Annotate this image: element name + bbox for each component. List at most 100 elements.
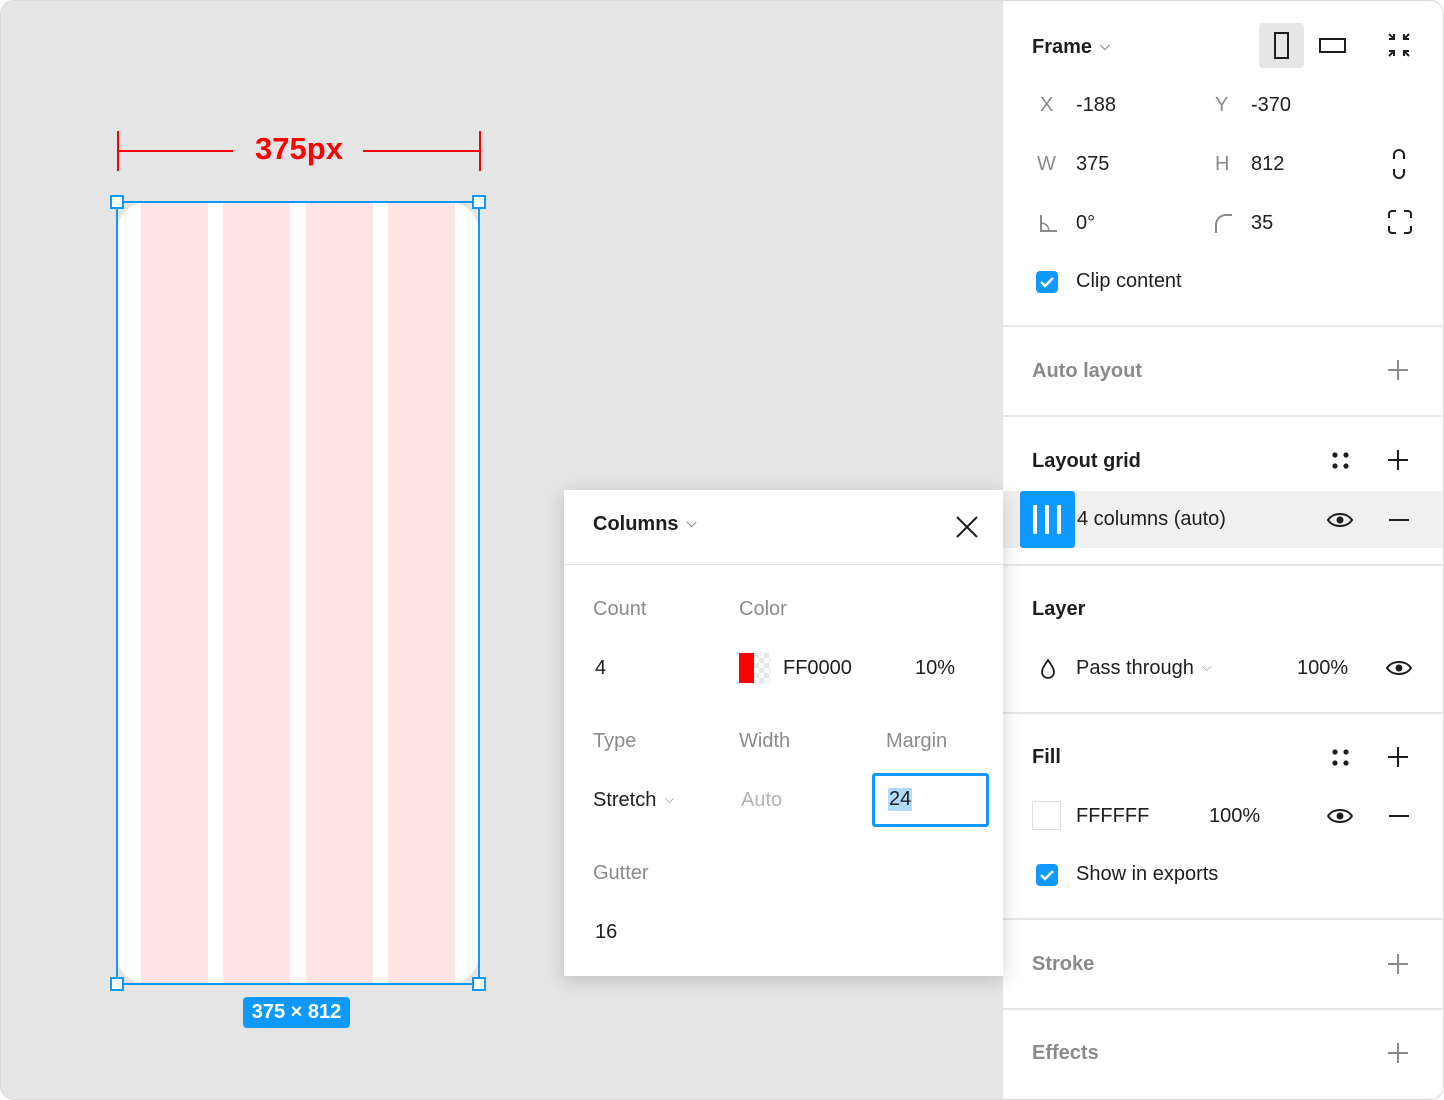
section-divider: [1003, 918, 1443, 920]
layer-title: Layer: [1032, 598, 1086, 620]
chevron-down-icon: ⌵: [686, 515, 697, 530]
show-in-exports-checkbox[interactable]: [1036, 864, 1058, 886]
fill-opacity-input[interactable]: 100%: [1209, 805, 1260, 828]
independent-corners-button[interactable]: [1386, 208, 1414, 236]
corner-radius-input[interactable]: 35: [1251, 212, 1273, 235]
color-label: Color: [739, 598, 787, 620]
columns-grid-icon[interactable]: [1020, 491, 1075, 548]
section-divider: [1003, 712, 1443, 714]
landscape-toggle[interactable]: [1310, 23, 1355, 68]
width-input[interactable]: Auto: [741, 789, 782, 812]
add-effect-button[interactable]: [1385, 1040, 1411, 1066]
rotation-input[interactable]: 0°: [1076, 212, 1095, 235]
corner-radius-icon: [1212, 211, 1236, 235]
layer-visibility-toggle[interactable]: [1384, 655, 1414, 681]
fill-title: Fill: [1032, 746, 1061, 768]
grid-type-select[interactable]: Columns ⌵: [593, 513, 696, 536]
landscape-icon: [1319, 38, 1346, 53]
layout-grid-item[interactable]: 4 columns (auto): [1003, 491, 1443, 548]
h-label: H: [1215, 153, 1230, 175]
section-divider: [1003, 564, 1443, 566]
type-select[interactable]: Stretch ⌵: [593, 789, 674, 812]
grid-type-label: Columns: [593, 513, 679, 535]
frame-title[interactable]: Frame ⌵: [1032, 36, 1110, 59]
auto-layout-title: Auto layout: [1032, 360, 1142, 382]
type-value: Stretch: [593, 789, 657, 811]
count-input[interactable]: 4: [595, 657, 606, 680]
section-divider: [1003, 415, 1443, 417]
type-label: Type: [593, 730, 637, 752]
minus-icon: [1389, 815, 1409, 817]
grid-color-swatch[interactable]: [739, 653, 770, 683]
layer-opacity-input[interactable]: 100%: [1297, 657, 1348, 680]
chevron-down-icon: ⌵: [664, 791, 675, 806]
fill-visibility-toggle[interactable]: [1325, 803, 1355, 829]
columns-grid-icon-bar: [1033, 505, 1037, 534]
plus-icon: [1388, 1043, 1408, 1063]
grid-visibility-toggle[interactable]: [1325, 507, 1355, 533]
margin-input[interactable]: 24: [872, 773, 989, 827]
collapse-icon: [1388, 33, 1410, 57]
remove-fill-button[interactable]: [1386, 803, 1412, 829]
portrait-toggle[interactable]: [1259, 23, 1304, 68]
gutter-input[interactable]: 16: [595, 921, 617, 944]
chevron-down-icon: ⌵: [1201, 659, 1212, 674]
grid-styles-button[interactable]: [1329, 449, 1353, 473]
add-layout-grid-button[interactable]: [1385, 447, 1411, 473]
stroke-title: Stroke: [1032, 953, 1095, 975]
h-input[interactable]: 812: [1251, 153, 1284, 176]
add-fill-button[interactable]: [1385, 744, 1411, 770]
blend-mode-select[interactable]: Pass through ⌵: [1076, 657, 1212, 680]
columns-grid-icon-bar: [1045, 505, 1049, 534]
styles-grid-icon: [1332, 452, 1349, 469]
constrain-proportions-button[interactable]: [1387, 147, 1411, 181]
count-label: Count: [593, 598, 647, 620]
check-icon: [1040, 277, 1054, 288]
resize-handle-top-right[interactable]: [472, 195, 486, 209]
resize-handle-top-left[interactable]: [110, 195, 124, 209]
grid-color-hex-input[interactable]: FF0000: [783, 657, 852, 680]
frame-title-label: Frame: [1032, 36, 1093, 58]
fill-styles-button[interactable]: [1329, 746, 1353, 770]
remove-layout-grid-button[interactable]: [1386, 507, 1412, 533]
rotation-icon: [1037, 211, 1059, 235]
section-divider: [1003, 1008, 1443, 1010]
collapse-button[interactable]: [1383, 29, 1415, 61]
x-label: X: [1040, 94, 1054, 116]
styles-grid-icon: [1332, 749, 1349, 766]
effects-title: Effects: [1032, 1042, 1099, 1064]
section-divider: [1003, 325, 1443, 327]
measure-label: 375px: [255, 131, 343, 166]
plus-icon: [1388, 954, 1408, 974]
width-label: Width: [739, 730, 791, 752]
y-label: Y: [1215, 94, 1229, 116]
w-input[interactable]: 375: [1076, 153, 1109, 176]
popover-header: Columns ⌵: [564, 490, 1003, 565]
plus-icon: [1388, 747, 1408, 767]
y-input[interactable]: -370: [1251, 94, 1291, 117]
plus-icon: [1388, 450, 1408, 470]
close-popover-button[interactable]: [952, 512, 982, 542]
clip-content-label: Clip content: [1076, 270, 1182, 292]
grid-color-swatch-fill: [739, 653, 754, 683]
clip-content-checkbox[interactable]: [1036, 271, 1058, 293]
gutter-label: Gutter: [593, 862, 649, 884]
eye-icon: [1326, 809, 1354, 823]
x-input[interactable]: -188: [1076, 94, 1116, 117]
eye-icon: [1385, 661, 1413, 675]
chevron-down-icon: ⌵: [1100, 38, 1110, 53]
blend-mode-icon: [1038, 657, 1058, 681]
add-auto-layout-button[interactable]: [1385, 357, 1411, 383]
resize-handle-bottom-right[interactable]: [472, 977, 486, 991]
fill-hex-input[interactable]: FFFFFF: [1076, 805, 1149, 828]
resize-handle-bottom-left[interactable]: [110, 977, 124, 991]
plus-icon: [1388, 360, 1408, 380]
fill-color-swatch[interactable]: [1032, 801, 1061, 830]
w-label: W: [1037, 153, 1056, 175]
properties-panel: Frame ⌵ X -188 Y -370 W 375 H 812 0° 35 …: [1003, 1, 1443, 1099]
size-badge: 375 × 812: [243, 997, 350, 1028]
portrait-icon: [1274, 32, 1289, 59]
add-stroke-button[interactable]: [1385, 951, 1411, 977]
grid-color-opacity-input[interactable]: 10%: [915, 657, 955, 680]
margin-label: Margin: [886, 730, 948, 752]
